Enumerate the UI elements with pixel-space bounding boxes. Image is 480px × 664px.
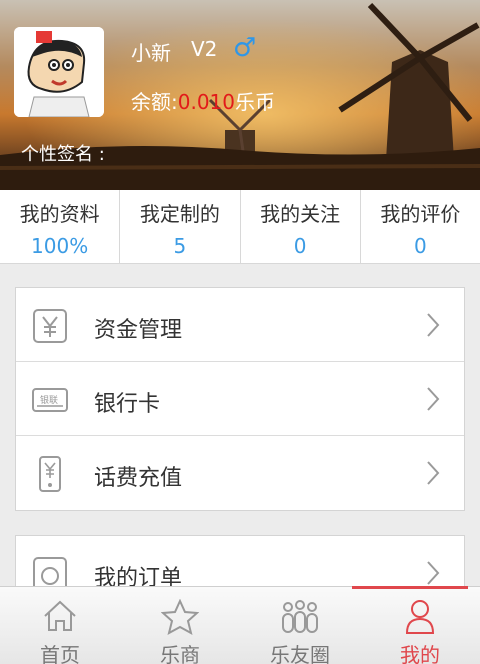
user-icon [405,600,435,634]
stat-value: 5 [173,234,187,258]
star-icon [161,599,199,635]
balance-unit: 乐币 [235,90,276,114]
chevron-right-icon [427,313,440,337]
chevron-right-icon [427,387,440,411]
balance-label: 余额: [131,90,178,114]
phone-recharge-icon [39,456,61,492]
tab-label: 乐商 [160,643,200,664]
menu-item-label: 话费充值 [94,466,183,491]
user-name: 小新 [131,41,171,65]
stat-label: 我的关注 [260,202,341,226]
stat-value: 0 [414,234,427,258]
chevron-right-icon [427,461,440,485]
friends-icon [282,600,318,633]
stat-label: 我的评价 [380,202,461,226]
tab-home[interactable]: 首页 [0,587,120,664]
stat-value: 0 [293,234,307,258]
yuan-icon [33,309,67,343]
menu-item-bank-card[interactable]: 银联 银行卡 [16,362,464,436]
menu-group-finance: 资金管理 银联 银行卡 话费充值 [15,287,465,511]
menu-item-label: 银行卡 [94,392,161,417]
signature-label[interactable]: 个性签名 : [21,140,105,166]
profile-banner: 小新 V2 ♂ 余额:0.010乐币 个性签名 : [0,0,480,190]
user-level-badge: V2 [191,37,218,61]
profile-stats: 我的资料 100% 我定制的 5 我的关注 0 我的评价 0 [0,190,480,264]
tab-mine[interactable]: 我的 [360,587,480,664]
stat-label: 我定制的 [139,202,220,226]
stat-my-follows[interactable]: 我的关注 0 [241,190,361,263]
male-icon: ♂ [233,33,257,63]
menu-item-fund-management[interactable]: 资金管理 [16,288,464,362]
stat-my-profile[interactable]: 我的资料 100% [0,190,121,263]
stat-my-customized[interactable]: 我定制的 5 [120,190,241,263]
menu-item-label: 资金管理 [94,318,183,343]
balance-amount: 0.010 [177,90,236,114]
tab-shop[interactable]: 乐商 [120,587,240,664]
user-avatar[interactable] [14,27,104,117]
chevron-right-icon [427,561,440,585]
home-icon [44,600,76,631]
menu-item-phone-recharge[interactable]: 话费充值 [16,436,464,510]
tab-label: 乐友圈 [270,643,330,664]
balance-line: 余额:0.010乐币 [131,86,275,115]
bank-icon-text: 银联 [40,396,59,406]
tab-label: 首页 [40,643,80,664]
active-tab-indicator [352,586,468,589]
stat-my-reviews[interactable]: 我的评价 0 [361,190,480,263]
tab-friends[interactable]: 乐友圈 [240,587,360,664]
avatar-cartoon-icon [14,27,104,117]
stat-value: 100% [31,234,89,258]
tab-label: 我的 [400,643,440,664]
stat-label: 我的资料 [19,202,100,226]
bottom-tab-bar: 首页 乐商 乐友圈 我的 [0,586,480,664]
